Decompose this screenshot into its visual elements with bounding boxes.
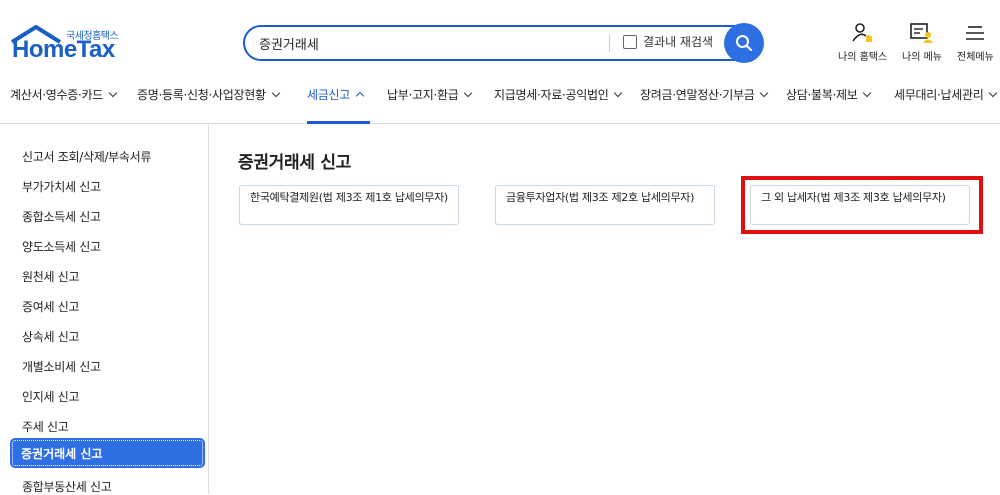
sidebar-item-label: 증권거래세 신고 [21, 447, 103, 461]
search-icon [736, 35, 752, 51]
chevron-down-icon [989, 88, 998, 98]
nav-item-label: 상담·불복·제보 [786, 88, 858, 102]
search-divider [609, 34, 610, 52]
sidebar-item-excise[interactable]: 개별소비세 신고 [22, 358, 101, 375]
header: 국세청홈택스 HomeTax 결과내 재검색 나의 홈택스 나의 메뉴 [0, 0, 1000, 76]
logo-title: HomeTax [12, 36, 115, 63]
sidebar-item-withholding[interactable]: 원천세 신고 [22, 268, 80, 285]
nav-item-label: 지급명세·자료·공익법인 [494, 88, 609, 102]
chevron-up-icon [355, 91, 365, 101]
sidebar-item-income-tax[interactable]: 종합소득세 신고 [22, 208, 101, 225]
search-bar: 결과내 재검색 [243, 25, 760, 61]
my-hometax-label: 나의 홈택스 [838, 52, 888, 63]
recheck-label: 결과내 재검색 [643, 35, 714, 49]
nav-item-invoice[interactable]: 계산서·영수증·카드 [10, 86, 118, 103]
my-menu-button[interactable]: 나의 메뉴 [902, 22, 942, 63]
nav-item-label: 납부·고지·환급 [387, 88, 459, 102]
option-ksd[interactable]: 한국예탁결제원(법 제3조 제1호 납세의무자) [239, 185, 459, 225]
my-hometax-button[interactable]: 나의 홈택스 [838, 22, 887, 63]
nav-active-underline [307, 121, 370, 124]
nav-item-label: 증명·등록·신청·사업장현황 [137, 88, 266, 102]
highlight-box [741, 176, 983, 234]
recheck-checkbox[interactable] [623, 35, 637, 49]
chevron-down-icon [760, 88, 769, 98]
hometax-logo[interactable]: 국세청홈택스 HomeTax [10, 24, 130, 64]
person-bell-icon [851, 23, 872, 42]
nav-item-label: 세무대리·납세관리 [894, 88, 984, 102]
nav-item-payment[interactable]: 납부·고지·환급 [387, 86, 473, 103]
sidebar-item-property-tax[interactable]: 종합부동산세 신고 [22, 478, 112, 495]
sidebar: 신고서 조회/삭제/부속서류 부가가치세 신고 종합소득세 신고 양도소득세 신… [0, 125, 209, 494]
sidebar-item-liquor[interactable]: 주세 신고 [22, 418, 69, 435]
page-title: 증권거래세 신고 [238, 153, 351, 173]
chevron-down-icon [863, 88, 872, 98]
option-financial-investment[interactable]: 금융투자업자(법 제3조 제2호 납세의무자) [495, 185, 715, 225]
nav-item-tax-filing[interactable]: 세금신고 [307, 86, 365, 103]
search-input[interactable] [259, 33, 589, 53]
nav-item-tax-agent[interactable]: 세무대리·납세관리 [894, 86, 998, 103]
chevron-down-icon [464, 88, 473, 98]
nav-item-incentive[interactable]: 장려금·연말정산·기부금 [640, 86, 769, 103]
sidebar-item-capital-gains[interactable]: 양도소득세 신고 [22, 238, 101, 255]
sidebar-item-vat[interactable]: 부가가치세 신고 [22, 178, 101, 195]
nav-item-label: 계산서·영수증·카드 [10, 88, 103, 102]
sidebar-item-gift-tax[interactable]: 증여세 신고 [22, 298, 80, 315]
sidebar-item-report-view[interactable]: 신고서 조회/삭제/부속서류 [22, 148, 151, 165]
nav-item-label: 장려금·연말정산·기부금 [640, 88, 755, 102]
sidebar-item-stamp[interactable]: 인지세 신고 [22, 388, 80, 405]
hamburger-icon [966, 26, 985, 40]
nav-item-certificate[interactable]: 증명·등록·신청·사업장현황 [137, 86, 280, 103]
main-nav: 계산서·영수증·카드 증명·등록·신청·사업장현황 세금신고 납부·고지·환급 … [0, 76, 1000, 124]
search-button[interactable] [724, 23, 764, 63]
chevron-down-icon [271, 88, 280, 98]
chevron-down-icon [108, 88, 118, 98]
chevron-down-icon [614, 88, 623, 98]
nav-item-label: 세금신고 [307, 88, 350, 102]
menu-person-icon [910, 23, 933, 43]
my-menu-label: 나의 메뉴 [902, 52, 942, 63]
sidebar-item-securities-tax[interactable]: 증권거래세 신고 [10, 438, 205, 468]
nav-item-statement[interactable]: 지급명세·자료·공익법인 [494, 86, 623, 103]
all-menu-button[interactable]: 전체메뉴 [957, 22, 994, 63]
all-menu-label: 전체메뉴 [957, 52, 994, 63]
sidebar-item-inheritance[interactable]: 상속세 신고 [22, 328, 80, 345]
nav-item-consult[interactable]: 상담·불복·제보 [786, 86, 872, 103]
